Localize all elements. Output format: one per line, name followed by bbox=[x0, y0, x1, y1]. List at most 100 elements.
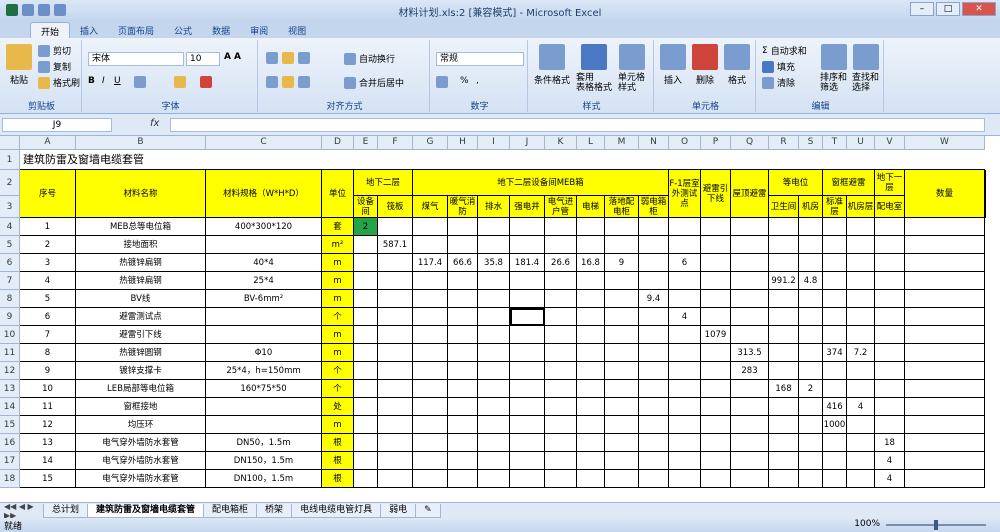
column-header[interactable]: I bbox=[478, 136, 510, 150]
table-cell[interactable] bbox=[769, 416, 799, 434]
table-cell[interactable] bbox=[905, 452, 985, 470]
table-cell[interactable] bbox=[378, 380, 413, 398]
column-header[interactable]: Q bbox=[731, 136, 769, 150]
table-cell[interactable] bbox=[448, 326, 478, 344]
conditional-format-button[interactable]: 条件格式 bbox=[534, 44, 570, 86]
column-header[interactable]: G bbox=[413, 136, 448, 150]
table-cell[interactable] bbox=[875, 326, 905, 344]
table-cell[interactable] bbox=[731, 452, 769, 470]
table-cell[interactable] bbox=[847, 272, 875, 290]
table-cell[interactable]: 电气穿外墙防水套管 bbox=[76, 452, 206, 470]
table-cell[interactable] bbox=[510, 290, 545, 308]
table-cell[interactable] bbox=[731, 308, 769, 326]
table-cell[interactable]: Φ10 bbox=[206, 344, 322, 362]
table-cell[interactable] bbox=[823, 290, 847, 308]
table-cell[interactable] bbox=[448, 416, 478, 434]
table-cell[interactable]: 2 bbox=[354, 218, 378, 236]
table-cell[interactable] bbox=[639, 470, 669, 488]
table-cell[interactable] bbox=[639, 326, 669, 344]
table-cell[interactable] bbox=[413, 452, 448, 470]
table-cell[interactable] bbox=[448, 272, 478, 290]
table-cell[interactable] bbox=[545, 290, 577, 308]
table-cell[interactable]: 313.5 bbox=[731, 344, 769, 362]
row-header[interactable]: 14 bbox=[0, 398, 20, 416]
table-cell[interactable]: 7 bbox=[20, 326, 76, 344]
formula-input[interactable] bbox=[170, 118, 985, 132]
cell-styles-button[interactable]: 单元格 样式 bbox=[618, 44, 645, 93]
header-spec[interactable]: 材料规格（W*H*D） bbox=[206, 170, 322, 218]
bold-button[interactable]: B bbox=[88, 76, 95, 86]
header-b2-group[interactable]: 地下二层 bbox=[354, 170, 413, 196]
table-cell[interactable] bbox=[823, 326, 847, 344]
table-cell[interactable] bbox=[354, 416, 378, 434]
table-cell[interactable] bbox=[823, 308, 847, 326]
table-cell[interactable] bbox=[799, 344, 823, 362]
header-downlead[interactable]: 避雷引下线 bbox=[701, 170, 731, 218]
table-cell[interactable] bbox=[639, 236, 669, 254]
zoom-slider[interactable] bbox=[886, 520, 986, 530]
table-cell[interactable] bbox=[510, 308, 545, 326]
align-top-button[interactable] bbox=[266, 52, 278, 64]
table-cell[interactable] bbox=[413, 326, 448, 344]
table-cell[interactable] bbox=[799, 470, 823, 488]
table-cell[interactable] bbox=[448, 380, 478, 398]
table-cell[interactable] bbox=[905, 272, 985, 290]
tab-view[interactable]: 视图 bbox=[278, 22, 316, 38]
table-cell[interactable] bbox=[875, 380, 905, 398]
table-cell[interactable] bbox=[905, 362, 985, 380]
table-cell[interactable] bbox=[413, 380, 448, 398]
table-cell[interactable] bbox=[875, 236, 905, 254]
table-cell[interactable] bbox=[354, 344, 378, 362]
table-cell[interactable] bbox=[448, 236, 478, 254]
table-cell[interactable] bbox=[769, 218, 799, 236]
table-cell[interactable] bbox=[354, 362, 378, 380]
table-cell[interactable] bbox=[847, 362, 875, 380]
table-cell[interactable] bbox=[605, 344, 639, 362]
table-cell[interactable]: 18 bbox=[875, 434, 905, 452]
table-cell[interactable] bbox=[731, 272, 769, 290]
table-cell[interactable] bbox=[769, 452, 799, 470]
table-cell[interactable] bbox=[378, 416, 413, 434]
table-cell[interactable] bbox=[639, 254, 669, 272]
sheet-tab-weak-current[interactable]: 弱电 bbox=[380, 503, 417, 518]
table-cell[interactable]: 窗框接地 bbox=[76, 398, 206, 416]
table-cell[interactable] bbox=[799, 308, 823, 326]
tab-review[interactable]: 审阅 bbox=[240, 22, 278, 38]
table-cell[interactable]: 12 bbox=[20, 416, 76, 434]
comma-button[interactable]: , bbox=[476, 76, 479, 86]
row-header[interactable]: 17 bbox=[0, 452, 20, 470]
table-cell[interactable] bbox=[510, 380, 545, 398]
table-cell[interactable] bbox=[354, 434, 378, 452]
table-cell[interactable] bbox=[669, 434, 701, 452]
row-header[interactable]: 4 bbox=[0, 218, 20, 236]
format-painter-button[interactable]: 格式刷 bbox=[38, 76, 80, 89]
table-cell[interactable] bbox=[545, 452, 577, 470]
table-cell[interactable] bbox=[639, 380, 669, 398]
column-header[interactable]: C bbox=[206, 136, 322, 150]
table-cell[interactable] bbox=[448, 290, 478, 308]
table-cell[interactable]: 15 bbox=[20, 470, 76, 488]
fill-color-button[interactable] bbox=[174, 76, 186, 88]
table-cell[interactable]: m bbox=[322, 326, 354, 344]
header-blank[interactable] bbox=[985, 170, 986, 218]
table-cell[interactable] bbox=[905, 290, 985, 308]
sheet-tab-plan[interactable]: 总计划 bbox=[43, 503, 89, 518]
column-header[interactable]: E bbox=[354, 136, 378, 150]
autosum-button[interactable]: Σ 自动求和 bbox=[762, 44, 807, 58]
table-cell[interactable] bbox=[605, 398, 639, 416]
table-cell[interactable] bbox=[701, 470, 731, 488]
table-cell[interactable] bbox=[577, 434, 605, 452]
table-cell[interactable] bbox=[577, 416, 605, 434]
row-header[interactable]: 2 bbox=[0, 170, 20, 196]
table-cell[interactable] bbox=[413, 308, 448, 326]
table-cell[interactable] bbox=[799, 452, 823, 470]
table-cell[interactable]: BV-6mm² bbox=[206, 290, 322, 308]
table-cell[interactable] bbox=[354, 326, 378, 344]
table-cell[interactable] bbox=[378, 290, 413, 308]
sort-filter-button[interactable]: 排序和 筛选 bbox=[820, 44, 847, 93]
table-cell[interactable] bbox=[448, 452, 478, 470]
fx-icon[interactable]: fx bbox=[150, 118, 159, 129]
column-header[interactable]: L bbox=[577, 136, 605, 150]
table-cell[interactable] bbox=[701, 362, 731, 380]
table-cell[interactable] bbox=[448, 344, 478, 362]
